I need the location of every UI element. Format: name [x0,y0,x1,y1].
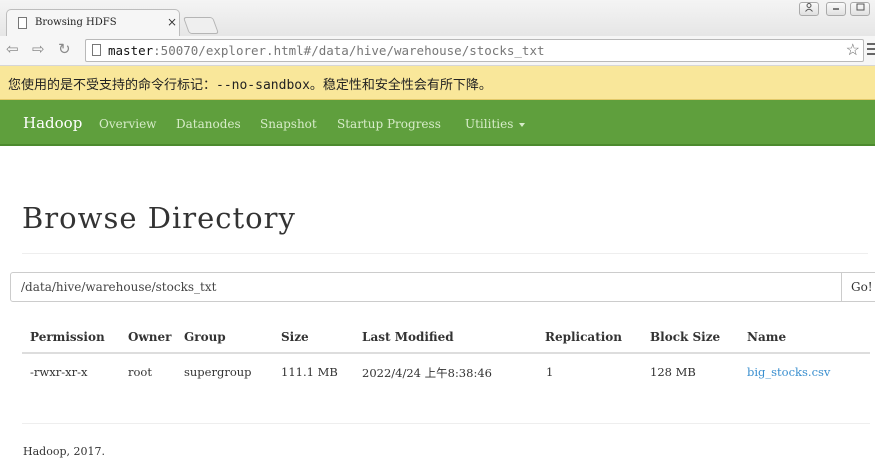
cell-block-size: 128 MB [650,365,696,379]
nav-utilities-label: Utilities [465,117,514,131]
cell-owner: root [128,365,152,379]
col-header-owner[interactable]: Owner [128,330,171,344]
bookmark-star-icon[interactable]: ☆ [846,40,860,59]
divider [22,253,868,254]
col-header-last-modified[interactable]: Last Modified [362,330,454,344]
nav-snapshot[interactable]: Snapshot [260,117,317,131]
browser-toolbar: ⇦ ⇨ ↻ master:50070/explorer.html#/data/h… [0,36,875,66]
page-icon [18,17,27,29]
page-icon [92,44,101,56]
back-button[interactable]: ⇦ [6,40,19,58]
browser-titlebar: Browsing HDFS × [0,0,875,36]
footer-text: Hadoop, 2017. [23,445,105,458]
col-header-group[interactable]: Group [184,330,226,344]
new-tab-button[interactable] [182,17,220,34]
caret-down-icon [519,122,526,127]
nav-startup-progress[interactable]: Startup Progress [337,117,441,131]
address-bar[interactable]: master:50070/explorer.html#/data/hive/wa… [85,39,864,62]
file-link[interactable]: big_stocks.csv [747,365,830,379]
menu-icon[interactable] [867,43,875,58]
table-header-divider [22,352,870,354]
cell-size: 111.1 MB [281,365,338,379]
cell-last-modified: 2022/4/24 上午8:38:46 [362,366,492,380]
cell-group: supergroup [184,365,252,379]
reload-button[interactable]: ↻ [58,40,71,58]
go-button[interactable]: Go! [841,272,875,302]
tab-title: Browsing HDFS [35,17,117,28]
cell-replication: 1 [546,365,554,379]
url-text[interactable]: master:50070/explorer.html#/data/hive/wa… [108,43,545,58]
col-header-block-size[interactable]: Block Size [650,330,720,344]
minimize-button[interactable] [826,2,846,16]
hadoop-navbar: Hadoop Overview Datanodes Snapshot Start… [0,100,875,146]
browser-tab[interactable]: Browsing HDFS × [6,9,180,36]
close-icon[interactable]: × [167,15,177,29]
nav-datanodes[interactable]: Datanodes [176,117,241,131]
nav-overview[interactable]: Overview [99,117,156,131]
infobar-message: 您使用的是不受支持的命令行标记：--no-sandbox。稳定性和安全性会有所下… [8,78,492,93]
col-header-replication[interactable]: Replication [545,330,622,344]
cell-permission: -rwxr-xr-x [30,365,88,379]
directory-path-input[interactable] [10,272,842,302]
forward-button[interactable]: ⇨ [32,40,45,58]
col-header-size[interactable]: Size [281,330,309,344]
col-header-name[interactable]: Name [747,330,786,344]
footer-divider [22,423,870,424]
maximize-button[interactable] [850,2,870,16]
warning-infobar: 您使用的是不受支持的命令行标记：--no-sandbox。稳定性和安全性会有所下… [0,66,875,100]
brand-link[interactable]: Hadoop [23,114,82,132]
user-icon[interactable] [799,2,819,16]
col-header-permission[interactable]: Permission [30,330,105,344]
page-title: Browse Directory [22,201,296,235]
nav-utilities[interactable]: Utilities [465,117,526,131]
